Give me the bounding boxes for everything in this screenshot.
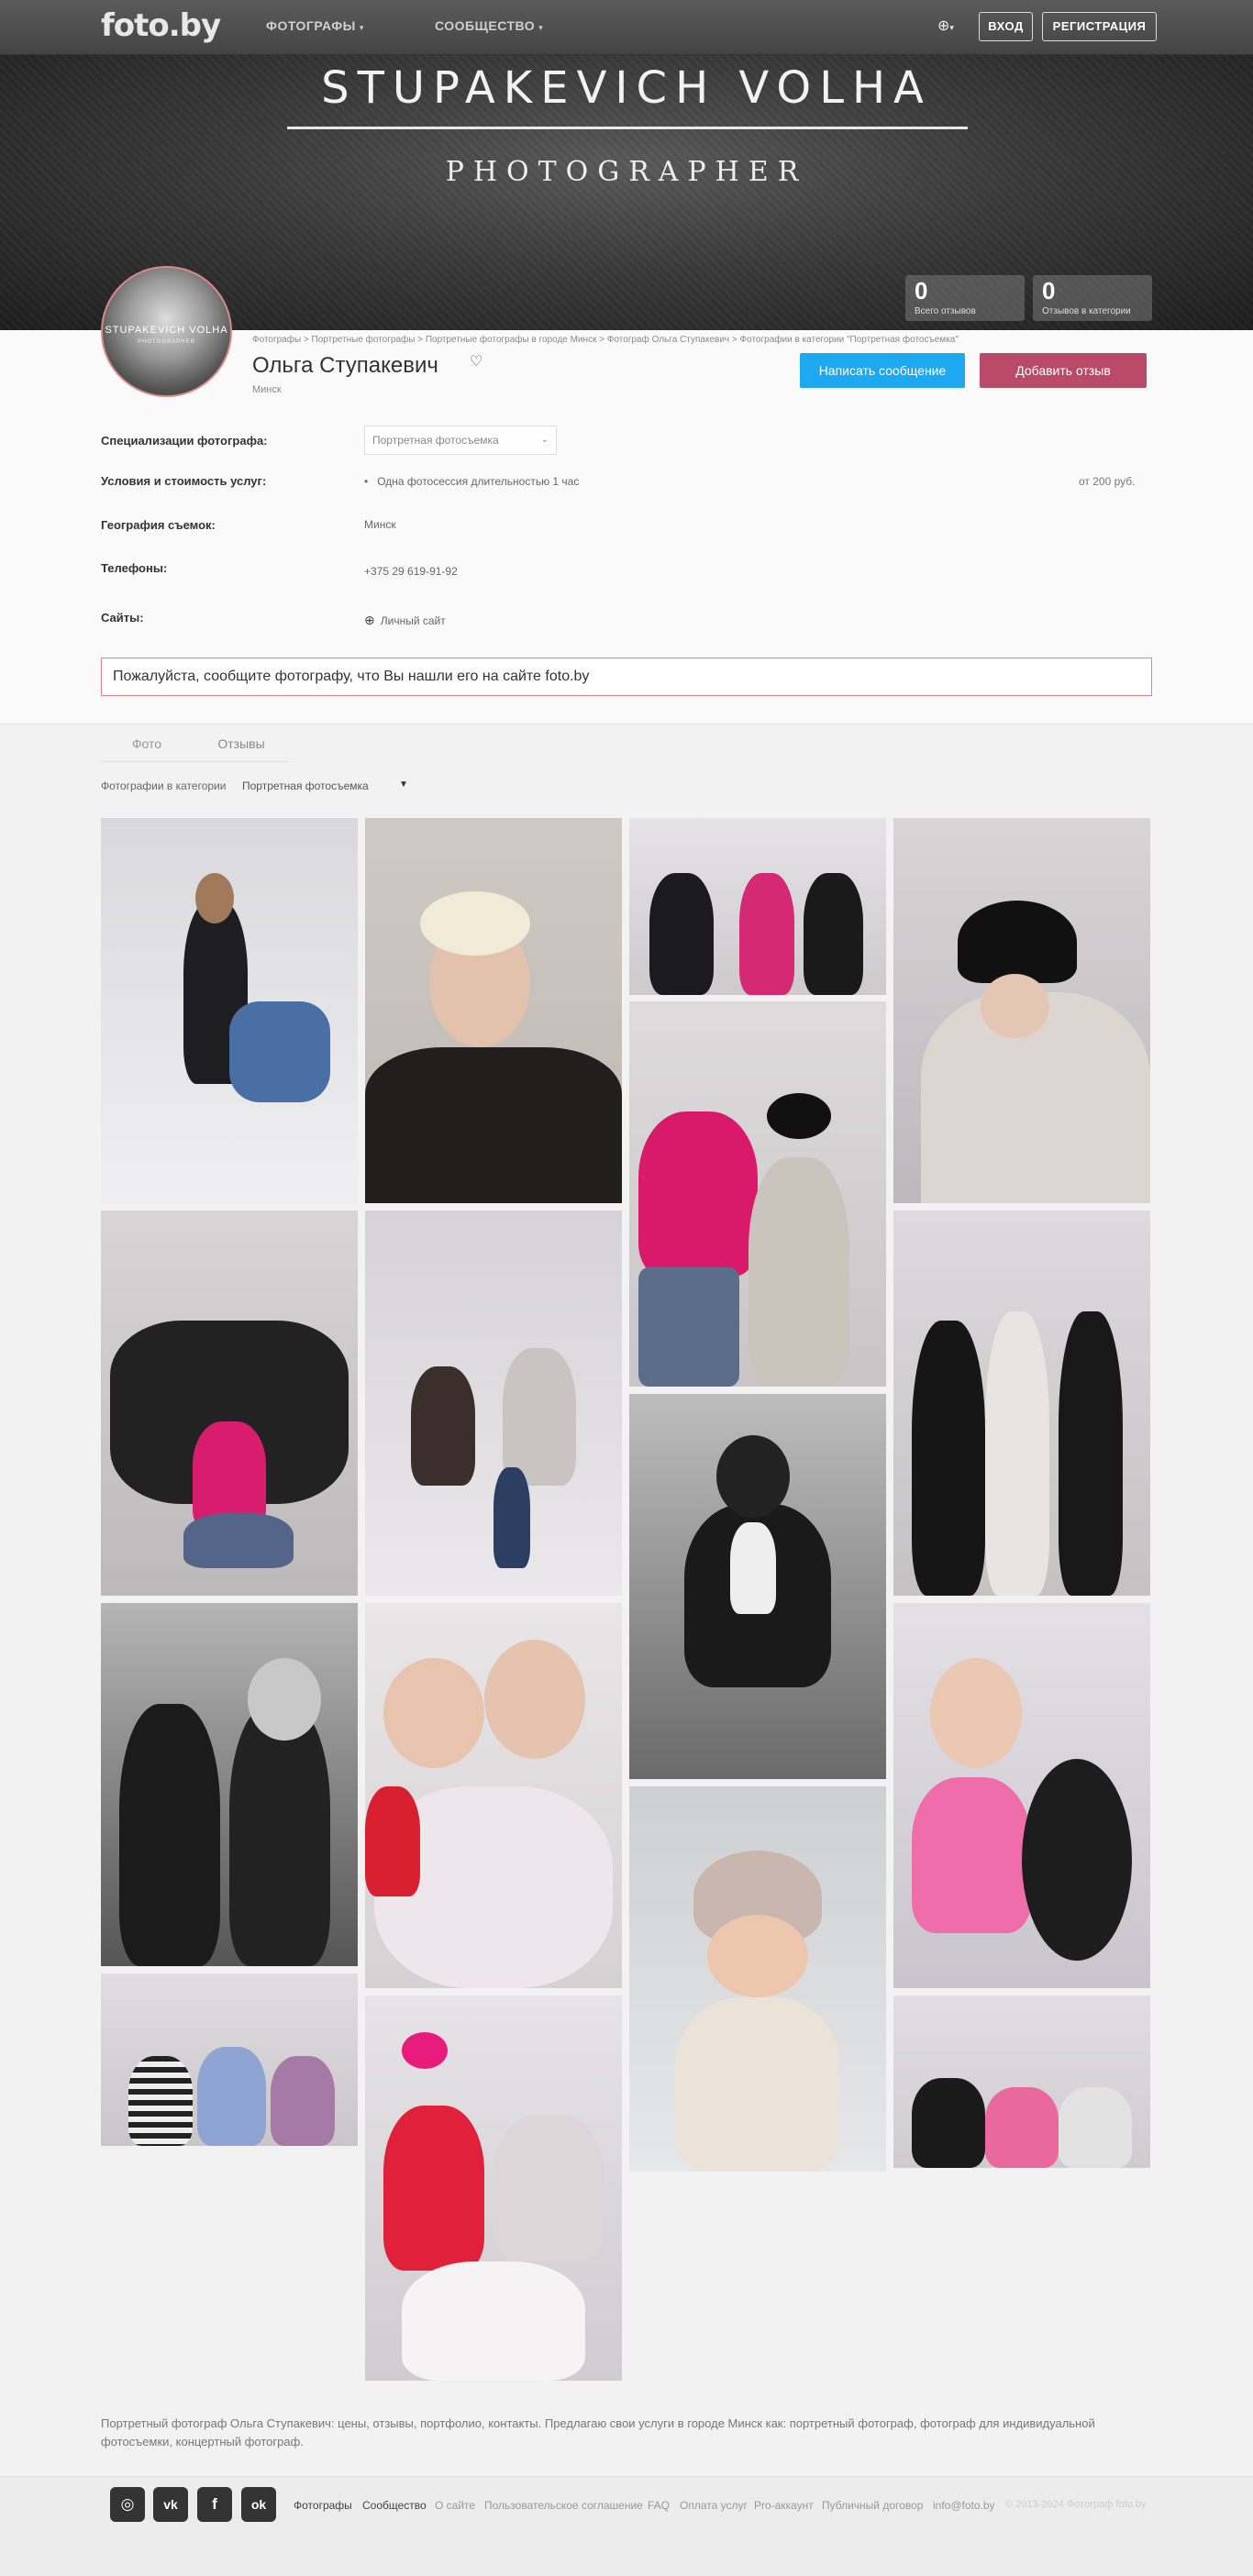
phones-label: Телефоны:	[101, 561, 168, 575]
add-review-button[interactable]: Добавить отзыв	[980, 353, 1147, 388]
write-message-button[interactable]: Написать сообщение	[800, 353, 965, 388]
gallery-photo[interactable]	[101, 1603, 358, 1966]
gallery-photo[interactable]	[629, 1786, 886, 2172]
avatar-text: STUPAKEVICH VOLHA	[105, 325, 228, 336]
sites-label: Сайты:	[101, 611, 144, 625]
total-reviews-label: Всего отзывов	[915, 306, 976, 316]
vk-icon[interactable]: vk	[153, 2487, 188, 2522]
tabs-underline	[101, 761, 289, 762]
service-price: от 200 руб.	[1079, 475, 1136, 488]
gallery-photo[interactable]	[101, 1211, 358, 1596]
seo-description: Портретный фотограф Ольга Ступакевич: це…	[101, 2416, 1095, 2449]
footer-link-faq[interactable]: FAQ	[648, 2499, 670, 2512]
favorite-heart-icon[interactable]: ♡	[470, 352, 482, 370]
category-reviews-label: Отзывов в категории	[1042, 306, 1131, 316]
footer-link-payment[interactable]: Оплата услуг	[680, 2499, 748, 2512]
gallery-photo[interactable]	[893, 1603, 1150, 1988]
top-navigation-bar: foto.by ФОТОГРАФЫ ▾ СООБЩЕСТВО ▾ ⊕▾ ВХОД Р…	[0, 0, 1253, 55]
tab-reviews[interactable]: Отзывы	[195, 734, 287, 761]
nav-photographers-label: ФОТОГРАФЫ	[266, 18, 356, 33]
footer-link-community[interactable]: Сообщество	[362, 2499, 427, 2512]
specializations-value: Портретная фотосъемка	[372, 434, 499, 447]
personal-site-label: Личный сайт	[380, 614, 446, 627]
specializations-label: Специализации фотографа:	[101, 434, 268, 448]
chevron-down-icon: ⌄	[540, 435, 549, 445]
nav-community[interactable]: СООБЩЕСТВО ▾	[435, 18, 543, 33]
nav-community-label: СООБЩЕСТВО	[435, 18, 536, 33]
category-filter-select[interactable]: Портретная фотосъемка	[242, 779, 369, 792]
category-filter-label: Фотографии в категории	[101, 779, 227, 792]
gallery-photo[interactable]	[893, 1996, 1150, 2168]
tab-photos[interactable]: Фото	[101, 734, 193, 761]
facebook-icon[interactable]: f	[197, 2487, 232, 2522]
banner-subtitle: PHOTOGRAPHER	[445, 156, 808, 188]
phone-value[interactable]: +375 29 619-91-92	[364, 565, 458, 578]
nav-photographers[interactable]: ФОТОГРАФЫ ▾	[266, 18, 364, 33]
footer-link-photographers[interactable]: Фотографы	[294, 2499, 352, 2512]
instagram-icon[interactable]: ◎	[110, 2487, 145, 2522]
footer-link-pro[interactable]: Pro-аккаунт	[754, 2499, 814, 2512]
language-globe-icon[interactable]: ⊕▾	[937, 17, 956, 35]
footer-link-contract[interactable]: Публичный договор	[822, 2499, 923, 2512]
footer-link-terms[interactable]: Пользовательское соглашение	[484, 2499, 643, 2512]
banner-title: STUPAKEVICH VOLHA	[321, 62, 932, 114]
service-item: • Одна фотосессия длительностью 1 час	[364, 475, 580, 488]
photographer-city: Минск	[252, 384, 282, 395]
chevron-down-icon[interactable]: ▼	[399, 779, 408, 790]
gallery-photo[interactable]	[893, 1211, 1150, 1596]
gallery-photo[interactable]	[101, 1973, 358, 2146]
category-reviews-value: 0	[1042, 277, 1056, 304]
gallery-photo[interactable]	[629, 1394, 886, 1779]
gallery-photo[interactable]	[101, 818, 358, 1203]
footer-link-email[interactable]: info@foto.by	[933, 2499, 995, 2512]
register-button[interactable]: РЕГИСТРАЦИЯ	[1042, 12, 1157, 41]
footer-copyright: © 2013-2024 Фотограф foto.by	[1005, 2499, 1147, 2510]
notice-box: Пожалуйста, сообщите фотографу, что Вы н…	[101, 658, 1152, 696]
service-item-text: Одна фотосессия длительностью 1 час	[377, 475, 580, 488]
chevron-down-icon: ▾	[538, 23, 544, 32]
category-reviews-counter: 0 Отзывов в категории	[1033, 275, 1152, 321]
odnoklassniki-icon[interactable]: ok	[241, 2487, 276, 2522]
gallery-photo[interactable]	[365, 1603, 622, 1988]
gallery-photo[interactable]	[365, 1996, 622, 2381]
gallery-photo[interactable]	[629, 818, 886, 995]
avatar: STUPAKEVICH VOLHA PHOTOGRAPHER	[101, 266, 232, 397]
services-label: Условия и стоимость услуг:	[101, 474, 267, 488]
banner-divider	[287, 127, 968, 129]
gallery-photo[interactable]	[365, 818, 622, 1203]
photographer-name: Ольга Ступакевич	[252, 353, 438, 378]
total-reviews-counter: 0 Всего отзывов	[905, 275, 1025, 321]
gallery-photo[interactable]	[629, 1001, 886, 1387]
chevron-down-icon: ▾	[359, 23, 364, 32]
geography-value: Минск	[364, 518, 396, 531]
specializations-select[interactable]: Портретная фотосъемка ⌄	[364, 426, 557, 455]
login-button[interactable]: ВХОД	[979, 12, 1033, 41]
footer-link-about[interactable]: О сайте	[435, 2499, 475, 2512]
site-logo[interactable]: foto.by	[101, 7, 221, 44]
gallery-photo[interactable]	[893, 818, 1150, 1203]
globe-icon: ⊕	[364, 613, 375, 627]
avatar-subtext: PHOTOGRAPHER	[138, 339, 195, 345]
geography-label: География съемок:	[101, 518, 216, 532]
total-reviews-value: 0	[915, 277, 928, 304]
personal-site-link[interactable]: ⊕ Личный сайт	[364, 613, 446, 628]
breadcrumb[interactable]: Фотографы > Портретные фотографы > Портр…	[252, 335, 959, 345]
gallery-photo[interactable]	[365, 1211, 622, 1596]
